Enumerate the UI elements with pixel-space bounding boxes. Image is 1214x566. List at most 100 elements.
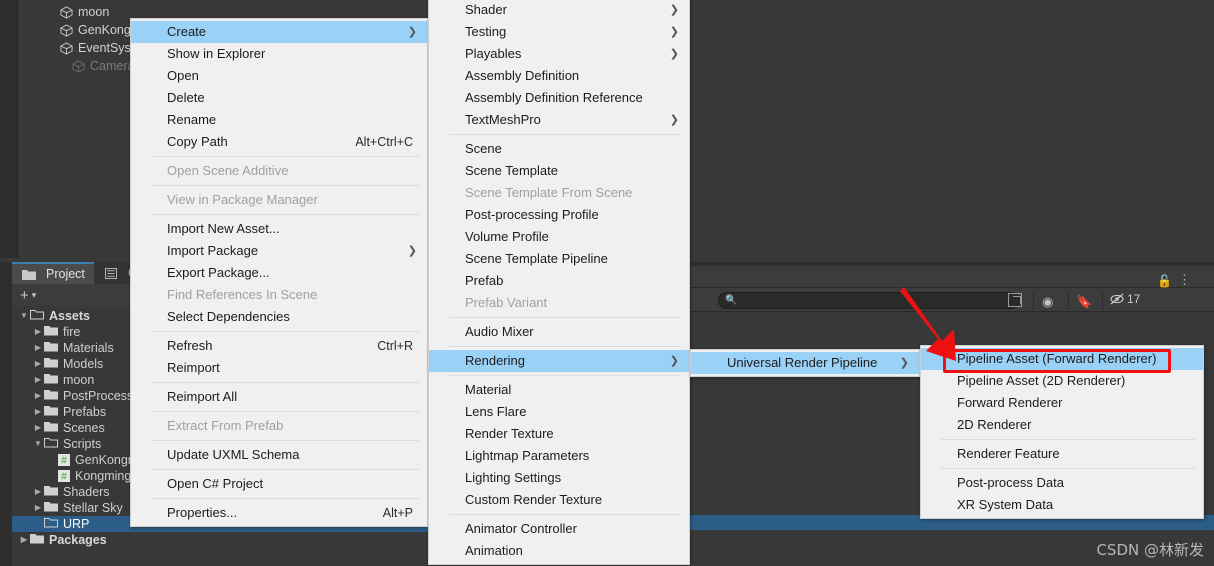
menu-item[interactable]: Material — [429, 379, 689, 401]
menu-item-label: Delete — [167, 90, 205, 105]
hierarchy-item[interactable]: Camera — [72, 57, 134, 75]
more-options-icon[interactable]: ⋮ — [1178, 272, 1192, 288]
menu-item[interactable]: Audio Mixer — [429, 321, 689, 343]
menu-item[interactable]: Playables ❯ — [429, 43, 689, 65]
menu-item[interactable]: Post-process Data — [921, 472, 1203, 494]
menu-item[interactable]: XR System Data — [921, 494, 1203, 516]
menu-item[interactable]: Volume Profile — [429, 226, 689, 248]
chevron-down-icon[interactable]: ▼ — [32, 436, 44, 452]
menu-item-label: Copy Path — [167, 134, 228, 149]
menu-item[interactable]: Create ❯ — [131, 21, 427, 43]
menu-separator — [151, 331, 419, 332]
menu-item[interactable]: Reimport — [131, 357, 427, 379]
filter-by-label-icon[interactable]: 🔖 — [1076, 294, 1092, 310]
menu-item[interactable]: Pipeline Asset (Forward Renderer) — [921, 348, 1203, 370]
chevron-right-icon[interactable]: ▶ — [32, 500, 44, 516]
chevron-right-icon[interactable]: ▶ — [32, 340, 44, 356]
chevron-right-icon[interactable]: ▶ — [18, 532, 30, 548]
chevron-right-icon[interactable]: ▶ — [32, 356, 44, 372]
menu-item-label: Universal Render Pipeline — [727, 355, 878, 370]
menu-item-shortcut: Alt+P — [382, 506, 413, 520]
menu-item[interactable]: Assembly Definition — [429, 65, 689, 87]
folder-icon — [22, 269, 36, 280]
menu-item[interactable]: Scene Template Pipeline — [429, 248, 689, 270]
hierarchy-item[interactable]: moon — [60, 3, 109, 21]
hierarchy-item[interactable]: EventSys — [60, 39, 131, 57]
menu-item[interactable]: Lens Flare — [429, 401, 689, 423]
menu-item[interactable]: Render Texture — [429, 423, 689, 445]
search-icon: 🔍 — [725, 295, 738, 306]
filter-by-type-icon[interactable]: ◉ — [1042, 294, 1053, 310]
menu-item[interactable]: Update UXML Schema — [131, 444, 427, 466]
menu-item[interactable]: Scene — [429, 138, 689, 160]
chevron-down-icon[interactable]: ▼ — [18, 308, 30, 324]
menu-item[interactable]: Export Package... — [131, 262, 427, 284]
chevron-right-icon[interactable]: ▶ — [32, 404, 44, 420]
tree-row[interactable]: ▶ Packages — [12, 532, 430, 548]
tab-project[interactable]: Project — [12, 262, 94, 284]
menu-item[interactable]: Lighting Settings — [429, 467, 689, 489]
menu-item[interactable]: Custom Render Texture — [429, 489, 689, 511]
folder-open-icon — [44, 436, 63, 452]
menu-item-shortcut: Alt+Ctrl+C — [355, 135, 413, 149]
menu-item[interactable]: 2D Renderer — [921, 414, 1203, 436]
menu-item[interactable]: Post-processing Profile — [429, 204, 689, 226]
menu-item[interactable]: Refresh Ctrl+R — [131, 335, 427, 357]
chevron-right-icon[interactable]: ▶ — [32, 388, 44, 404]
menu-item[interactable]: Lightmap Parameters — [429, 445, 689, 467]
chevron-right-icon[interactable]: ▶ — [32, 420, 44, 436]
menu-item-label: Refresh — [167, 338, 213, 353]
menu-item[interactable]: Import New Asset... — [131, 218, 427, 240]
open-in-new-icon[interactable] — [1008, 293, 1022, 307]
menu-item[interactable]: Animator Controller — [429, 518, 689, 540]
asset-context-menu[interactable]: Create ❯ Show in Explorer Open Delete Rename C… — [130, 18, 428, 527]
menu-item[interactable]: Prefab — [429, 270, 689, 292]
menu-separator — [449, 317, 681, 318]
menu-item[interactable]: Pipeline Asset (2D Renderer) — [921, 370, 1203, 392]
menu-item[interactable]: Reimport All — [131, 386, 427, 408]
menu-item[interactable]: TextMeshPro ❯ — [429, 109, 689, 131]
menu-item[interactable]: Forward Renderer — [921, 392, 1203, 414]
menu-item[interactable]: Copy Path Alt+Ctrl+C — [131, 131, 427, 153]
menu-item[interactable]: Select Dependencies — [131, 306, 427, 328]
create-asset-button[interactable]: + ▾ — [20, 287, 36, 304]
csharp-script-icon: # — [58, 454, 70, 467]
menu-item-label: Create — [167, 24, 207, 39]
menu-item[interactable]: Delete — [131, 87, 427, 109]
menu-item[interactable]: Open — [131, 65, 427, 87]
chevron-right-icon[interactable]: ▶ — [32, 324, 44, 340]
watermark-text: CSDN @林新发 — [1096, 541, 1204, 559]
menu-item[interactable]: Import Package ❯ — [131, 240, 427, 262]
menu-item[interactable]: Open C# Project — [131, 473, 427, 495]
menu-separator — [151, 185, 419, 186]
search-input[interactable]: 🔍 — [718, 292, 1020, 309]
menu-item[interactable]: Scene Template — [429, 160, 689, 182]
lock-open-icon[interactable]: 🔓 — [1157, 274, 1172, 288]
menu-item[interactable]: Renderer Feature — [921, 443, 1203, 465]
menu-item[interactable]: Animation — [429, 540, 689, 562]
menu-item[interactable]: Shader ❯ — [429, 0, 689, 21]
menu-item[interactable]: Assembly Definition Reference — [429, 87, 689, 109]
menu-item[interactable]: Testing ❯ — [429, 21, 689, 43]
chevron-right-icon: ❯ — [669, 355, 679, 367]
urp-submenu[interactable]: Pipeline Asset (Forward Renderer) Pipelin… — [920, 345, 1204, 519]
hidden-objects-icon — [1110, 293, 1124, 305]
menu-item[interactable]: Universal Render Pipeline ❯ — [691, 352, 919, 374]
menu-item[interactable]: Properties... Alt+P — [131, 502, 427, 524]
menu-item[interactable]: Rename — [131, 109, 427, 131]
menu-item[interactable]: Show in Explorer — [131, 43, 427, 65]
folder-icon — [44, 372, 63, 388]
menu-item-label: Extract From Prefab — [167, 418, 284, 433]
rendering-submenu[interactable]: Universal Render Pipeline ❯ — [690, 349, 920, 377]
hidden-objects-indicator[interactable]: 17 — [1110, 292, 1140, 306]
menu-item-label: Post-process Data — [957, 475, 1064, 490]
chevron-right-icon: ❯ — [669, 114, 679, 126]
tree-row-label: Prefabs — [63, 405, 107, 419]
menu-item[interactable]: Rendering ❯ — [429, 350, 689, 372]
create-submenu[interactable]: Shader ❯ Testing ❯ Playables ❯ Assembly Defini… — [428, 0, 690, 565]
tree-row-label: moon — [63, 373, 95, 387]
chevron-right-icon[interactable]: ▶ — [32, 372, 44, 388]
chevron-right-icon[interactable]: ▶ — [32, 484, 44, 500]
hierarchy-item[interactable]: GenKong — [60, 21, 131, 39]
menu-item-label: Show in Explorer — [167, 46, 266, 61]
